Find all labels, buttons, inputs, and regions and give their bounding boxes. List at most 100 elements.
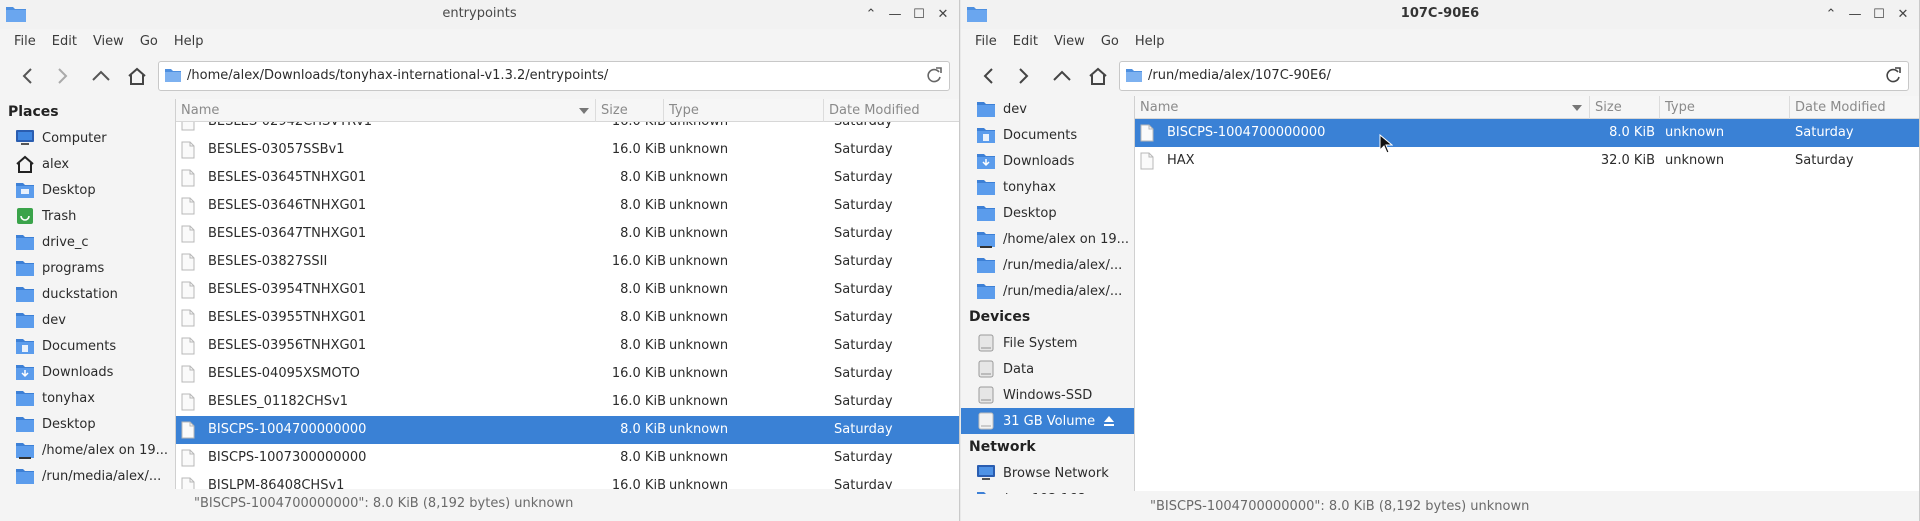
- sidebar-device-item[interactable]: File System: [961, 330, 1134, 356]
- sidebar-item-label: Desktop: [1003, 205, 1057, 221]
- column-name[interactable]: Name: [176, 99, 596, 122]
- sidebar-item[interactable]: /run/media/alex/...: [0, 463, 175, 489]
- folder-icon: [14, 232, 36, 252]
- file-row[interactable]: BESLES-02942CHSVTRv1 16.0 KiBunknown Satur…: [176, 122, 959, 136]
- up-button[interactable]: [86, 61, 116, 91]
- eject-icon[interactable]: [1103, 415, 1115, 427]
- toolbar: /home/alex/Downloads/tonyhax-internation…: [0, 53, 959, 99]
- menu-file[interactable]: File: [6, 34, 44, 49]
- column-type[interactable]: Type: [1660, 96, 1790, 119]
- column-name[interactable]: Name: [1135, 96, 1590, 119]
- menu-go[interactable]: Go: [1093, 34, 1127, 49]
- sidebar-item[interactable]: dev: [0, 307, 175, 333]
- forward-button[interactable]: [48, 61, 78, 91]
- window-title: 107C-90E6: [1400, 6, 1480, 21]
- back-button[interactable]: [12, 61, 42, 91]
- maximize-button[interactable]: ☐: [909, 4, 929, 24]
- file-row[interactable]: BESLES-03955TNHXG01 8.0 KiB unknown Saturda…: [176, 304, 959, 332]
- menu-help[interactable]: Help: [166, 34, 212, 49]
- file-icon: [181, 477, 195, 489]
- column-type[interactable]: Type: [664, 99, 824, 122]
- folder-icon: [1125, 67, 1143, 87]
- sidebar-item[interactable]: drive_c: [0, 229, 175, 255]
- file-name: BESLES-03646TNHXG01: [208, 198, 367, 213]
- sidebar-item[interactable]: Computer: [0, 125, 175, 151]
- home-button[interactable]: [1083, 61, 1113, 91]
- menu-file[interactable]: File: [967, 34, 1005, 49]
- sidebar-item[interactable]: /home/alex on 19...: [0, 437, 175, 463]
- location-bar[interactable]: /run/media/alex/107C-90E6/: [1119, 61, 1909, 91]
- up-button[interactable]: [1047, 61, 1077, 91]
- sidebar-device-item[interactable]: 31 GB Volume: [961, 408, 1134, 434]
- sidebar-item[interactable]: Documents: [961, 122, 1134, 148]
- sidebar-item[interactable]: Desktop: [0, 411, 175, 437]
- column-size[interactable]: Size: [596, 99, 664, 122]
- close-button[interactable]: ✕: [933, 4, 953, 24]
- location-bar[interactable]: /home/alex/Downloads/tonyhax-internation…: [158, 61, 950, 91]
- network-folder-icon: [14, 440, 36, 460]
- desktop-folder-icon: [14, 180, 36, 200]
- file-size: 16.0 KiB: [611, 394, 666, 409]
- menu-help[interactable]: Help: [1127, 34, 1173, 49]
- sidebar-item[interactable]: programs: [0, 255, 175, 281]
- sidebar-device-item[interactable]: Data: [961, 356, 1134, 382]
- sidebar-item-label: Computer: [42, 130, 107, 146]
- file-size: 8.0 KiB: [620, 282, 666, 297]
- file-row[interactable]: BESLES-03827SSII 16.0 KiB unknown Saturday: [176, 248, 959, 276]
- file-row[interactable]: BESLES-04095XSMOTO 16.0 KiB unknown Saturda…: [176, 360, 959, 388]
- file-row[interactable]: BESLES-03057SSBv1 16.0 KiB unknown Saturday: [176, 136, 959, 164]
- sidebar-item[interactable]: /run/media/alex/...: [961, 278, 1134, 304]
- titlebar[interactable]: 107C-90E6 ⌃ — ☐ ✕: [961, 0, 1919, 29]
- titlebar[interactable]: entrypoints ⌃ — ☐ ✕: [0, 0, 959, 29]
- column-modified[interactable]: Date Modified: [1790, 96, 1919, 119]
- menu-edit[interactable]: Edit: [44, 34, 85, 49]
- file-row[interactable]: BISCPS-1007300000000 8.0 KiB unknown Saturd…: [176, 444, 959, 472]
- maximize-button[interactable]: ☐: [1869, 4, 1889, 24]
- sidebar-item[interactable]: alex: [0, 151, 175, 177]
- file-row[interactable]: BESLES-03956TNHXG01 8.0 KiB unknown Saturda…: [176, 332, 959, 360]
- minimize-button[interactable]: —: [885, 4, 905, 24]
- sidebar-item[interactable]: /run/media/alex/...: [961, 252, 1134, 278]
- sidebar-device-item[interactable]: Windows-SSD: [961, 382, 1134, 408]
- sidebar-item[interactable]: Desktop: [961, 200, 1134, 226]
- forward-button[interactable]: [1009, 61, 1039, 91]
- column-modified[interactable]: Date Modified: [824, 99, 959, 122]
- file-type: unknown: [669, 254, 729, 269]
- file-row[interactable]: BESLES-03646TNHXG01 8.0 KiB unknown Saturda…: [176, 192, 959, 220]
- reload-icon[interactable]: [924, 66, 944, 90]
- file-icon: [181, 337, 195, 359]
- file-row[interactable]: BISCPS-1004700000000 8.0 KiB unknown Saturd…: [176, 416, 959, 444]
- sidebar-item[interactable]: duckstation: [0, 281, 175, 307]
- menu-view[interactable]: View: [85, 34, 132, 49]
- collapse-icon[interactable]: ⌃: [861, 4, 881, 24]
- file-row[interactable]: BESLES-03647TNHXG01 8.0 KiB unknown Saturda…: [176, 220, 959, 248]
- file-row[interactable]: BESLES-03954TNHXG01 8.0 KiB unknown Saturda…: [176, 276, 959, 304]
- file-row[interactable]: BESLES_01182CHSv1 16.0 KiB unknown Saturday: [176, 388, 959, 416]
- file-modified: Saturday: [834, 422, 893, 437]
- menu-view[interactable]: View: [1046, 34, 1093, 49]
- sidebar-item[interactable]: dev: [961, 96, 1134, 122]
- sidebar-item[interactable]: Documents: [0, 333, 175, 359]
- file-row[interactable]: BISCPS-1004700000000 8.0 KiB unknown Saturd…: [1135, 119, 1919, 147]
- file-row[interactable]: BESLES-03645TNHXG01 8.0 KiB unknown Saturda…: [176, 164, 959, 192]
- sidebar-item[interactable]: Downloads: [0, 359, 175, 385]
- close-button[interactable]: ✕: [1893, 4, 1913, 24]
- home-button[interactable]: [122, 61, 152, 91]
- back-button[interactable]: [973, 61, 1003, 91]
- reload-icon[interactable]: [1883, 66, 1903, 90]
- sidebar-item[interactable]: Downloads: [961, 148, 1134, 174]
- sidebar-item[interactable]: /home/alex on 19...: [961, 226, 1134, 252]
- collapse-icon[interactable]: ⌃: [1821, 4, 1841, 24]
- file-row[interactable]: BISLPM-86408CHSv1 16.0 KiB unknown Saturday: [176, 472, 959, 489]
- sidebar-network-item[interactable]: Browse Network: [961, 460, 1134, 486]
- sidebar-item[interactable]: tonyhax: [961, 174, 1134, 200]
- sidebar-item[interactable]: Trash: [0, 203, 175, 229]
- sidebar-item[interactable]: Desktop: [0, 177, 175, 203]
- statusbar: "BISCPS-1004700000000": 8.0 KiB (8,192 b…: [961, 494, 1919, 520]
- minimize-button[interactable]: —: [1845, 4, 1865, 24]
- sidebar-item[interactable]: tonyhax: [0, 385, 175, 411]
- menu-go[interactable]: Go: [132, 34, 166, 49]
- file-row[interactable]: HAX 32.0 KiB unknown Saturday: [1135, 147, 1919, 175]
- menu-edit[interactable]: Edit: [1005, 34, 1046, 49]
- column-size[interactable]: Size: [1590, 96, 1660, 119]
